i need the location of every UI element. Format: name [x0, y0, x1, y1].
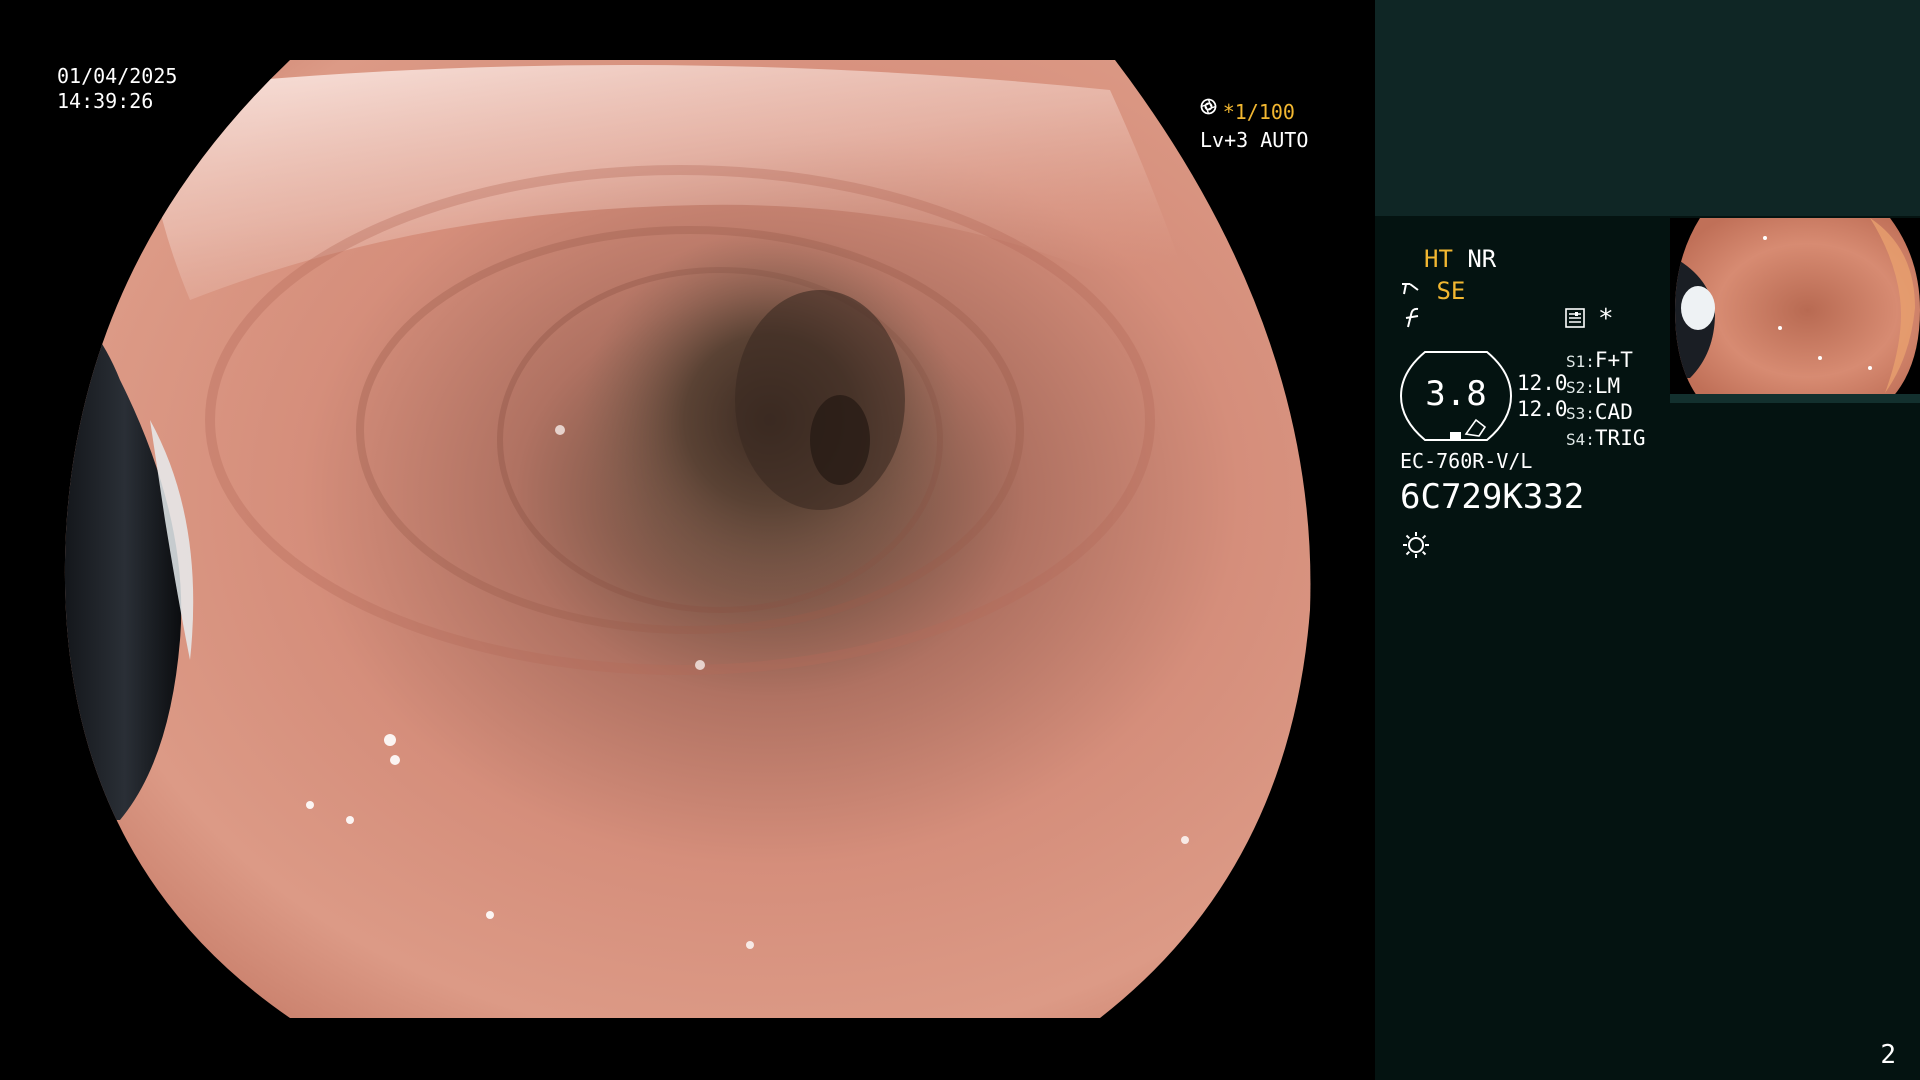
light-icon	[1401, 530, 1431, 560]
s3-value: CAD	[1594, 400, 1633, 424]
aperture-icon	[1200, 98, 1324, 121]
s2-label: S2:	[1566, 378, 1595, 397]
zoom-box: 3.8	[1399, 350, 1513, 442]
zoom-value: 3.8	[1425, 374, 1487, 414]
captured-image-thumbnail[interactable]	[1670, 218, 1920, 403]
se-indicator: SE	[1436, 277, 1466, 305]
value-bottom: 12.0	[1517, 397, 1568, 421]
level-text: Lv+3 AUTO	[1200, 128, 1309, 152]
star-indicator: *	[1598, 304, 1614, 334]
time-text: 14:39:26	[57, 89, 154, 113]
s4-row: S4:TRIG	[1566, 426, 1645, 452]
s1-row: S1:F+T	[1566, 348, 1645, 374]
date-text: 01/04/2025	[57, 64, 178, 88]
scope-model: EC-760R-V/L	[1400, 449, 1533, 473]
freeze-f-icon	[1402, 306, 1424, 330]
ht-indicator: HT	[1424, 245, 1453, 273]
s3-row: S3:CAD	[1566, 400, 1645, 426]
s1-label: S1:	[1566, 352, 1595, 371]
endoscope-image	[64, 60, 1311, 1018]
page-number: 2	[1880, 1040, 1896, 1070]
panel-header-area	[1375, 0, 1920, 216]
scope-serial: 6C729K332	[1400, 477, 1585, 517]
value-top: 12.0	[1517, 371, 1568, 395]
iris-icon	[1200, 98, 1337, 149]
s1-value: F+T	[1594, 348, 1633, 372]
settings-panel-icon[interactable]	[1565, 308, 1585, 328]
scope-tip-icon	[1400, 275, 1422, 295]
nr-indicator: NR	[1467, 245, 1497, 273]
s4-value: TRIG	[1594, 426, 1646, 450]
shutter-speed: *1/100	[1222, 100, 1295, 124]
endoscope-video: 01/04/2025 14:39:26 *1/100 Lv+3 AUTO	[0, 0, 1375, 1080]
s2-value: LM	[1594, 374, 1621, 398]
s4-label: S4:	[1566, 430, 1595, 449]
s2-row: S2:LM	[1566, 374, 1645, 400]
s3-label: S3:	[1566, 404, 1595, 423]
